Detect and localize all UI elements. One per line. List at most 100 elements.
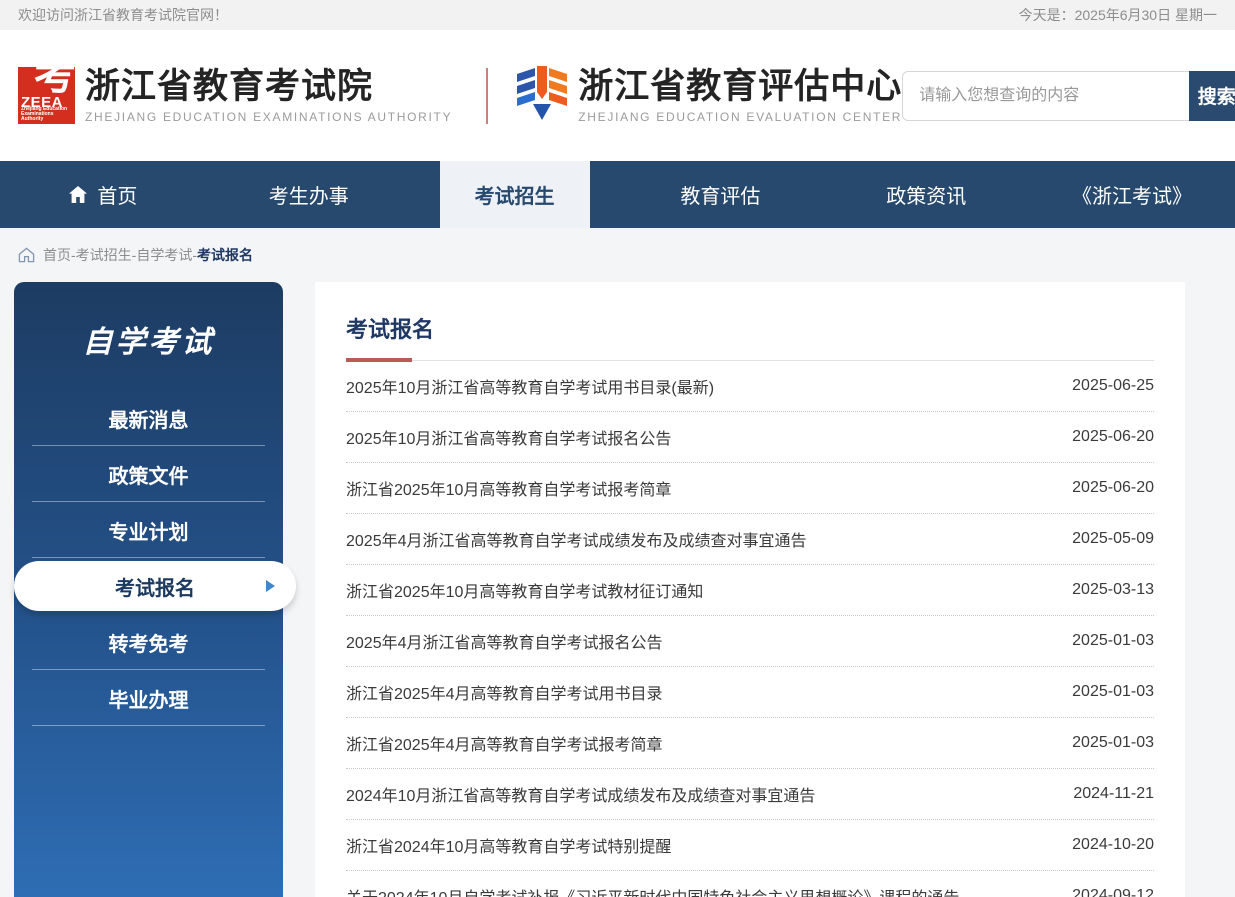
article-title-link[interactable]: 2025年10月浙江省高等教育自学考试报名公告 [346, 425, 671, 449]
article-date: 2024-09-12 [1072, 887, 1154, 897]
article-title-link[interactable]: 2024年10月浙江省高等教育自学考试成绩发布及成绩查对事宜通告 [346, 782, 815, 806]
search-button[interactable]: 搜索 [1189, 71, 1235, 121]
article-title-link[interactable]: 浙江省2025年10月高等教育自学考试报考简章 [346, 476, 671, 500]
zeea-small-text: Zhejiang Education Examinations Authorit… [21, 107, 71, 122]
breadcrumb-link-label[interactable]: 首页 [43, 247, 71, 263]
article-date: 2025-01-03 [1072, 632, 1154, 650]
nav-label: 教育评估 [680, 180, 760, 209]
article-date: 2025-05-09 [1072, 530, 1154, 548]
article-row: 浙江省2025年4月高等教育自学考试报考简章 2025-01-03 [346, 718, 1154, 769]
article-row: 2024年10月浙江省高等教育自学考试成绩发布及成绩查对事宜通告 2024-11… [346, 769, 1154, 820]
nav-label: 政策资讯 [886, 180, 966, 209]
breadcrumb: 首页- 考试招生- 自学考试- 考试报名 [0, 228, 1235, 282]
breadcrumb-current: 考试报名 [197, 245, 253, 265]
site-header: 考 ZEEA Zhejiang Education Examinations A… [0, 30, 1235, 161]
article-row: 浙江省2024年10月高等教育自学考试特别提醒 2024-10-20 [346, 820, 1154, 871]
article-date: 2025-06-20 [1072, 479, 1154, 497]
article-date: 2025-01-03 [1072, 683, 1154, 701]
nav-label: 《浙江考试》 [1072, 180, 1192, 209]
nav-item[interactable]: 政策资讯 [823, 161, 1029, 228]
main-nav: 首页 考生办事 考试招生 教育评估 政策资讯 [0, 161, 1235, 228]
breadcrumb-home-icon[interactable] [18, 247, 35, 263]
article-row: 浙江省2025年4月高等教育自学考试用书目录 2025-01-03 [346, 667, 1154, 718]
sidebar-item[interactable]: 转考免考 [14, 614, 283, 670]
exams-authority-logo[interactable]: 考 ZEEA Zhejiang Education Examinations A… [18, 67, 452, 124]
article-row: 浙江省2025年10月高等教育自学考试教材征订通知 2025-03-13 [346, 565, 1154, 616]
breadcrumb-link[interactable]: 自学考试- [136, 245, 197, 265]
nav-link[interactable]: 教育评估 [645, 161, 795, 228]
article-date: 2024-11-21 [1073, 785, 1154, 803]
current-date-text: 今天是：2025年6月30日 星期一 [1019, 5, 1217, 25]
sidebar-item-label: 转考免考 [109, 628, 189, 657]
page-title: 考试报名 [346, 312, 1154, 344]
article-row: 2025年10月浙江省高等教育自学考试报名公告 2025-06-20 [346, 412, 1154, 463]
exams-authority-logo-icon: 考 ZEEA Zhejiang Education Examinations A… [18, 67, 75, 124]
nav-item[interactable]: 考生办事 [206, 161, 412, 228]
sidebar-item[interactable]: 毕业办理 [14, 670, 283, 726]
evaluation-center-logo[interactable]: 浙江省教育评估中心 ZHEJIANG EDUCATION EVALUATION … [516, 63, 902, 128]
article-title-link[interactable]: 浙江省2025年4月高等教育自学考试用书目录 [346, 680, 663, 704]
article-date: 2025-01-03 [1072, 734, 1154, 752]
sidebar-item-label: 政策文件 [109, 460, 189, 489]
nav-link[interactable]: 政策资讯 [851, 161, 1001, 228]
article-title-link[interactable]: 浙江省2025年10月高等教育自学考试教材征订通知 [346, 578, 703, 602]
article-row: 2025年4月浙江省高等教育自学考试报名公告 2025-01-03 [346, 616, 1154, 667]
article-title-link[interactable]: 2025年4月浙江省高等教育自学考试成绩发布及成绩查对事宜通告 [346, 527, 807, 551]
nav-item[interactable]: 教育评估 [617, 161, 823, 228]
sidebar-item-label: 最新消息 [109, 404, 189, 433]
sidebar-title: 自学考试 [14, 317, 283, 361]
breadcrumb-link-label[interactable]: 自学考试 [136, 247, 192, 263]
search-box: 搜索 [902, 71, 1235, 121]
arrow-right-icon [266, 580, 275, 592]
home-icon [68, 185, 88, 204]
sidebar-item-label: 专业计划 [109, 516, 189, 545]
breadcrumb-link[interactable]: 考试招生- [76, 245, 137, 265]
evaluation-center-title-en: ZHEJIANG EDUCATION EVALUATION CENTER [578, 110, 902, 124]
article-list: 2025年10月浙江省高等教育自学考试用书目录(最新) 2025-06-25 2… [346, 361, 1154, 897]
article-title-link[interactable]: 2025年4月浙江省高等教育自学考试报名公告 [346, 629, 663, 653]
sidebar-item[interactable]: 政策文件 [14, 446, 283, 502]
evaluation-center-logo-icon [516, 63, 568, 128]
nav-item[interactable]: 《浙江考试》 [1029, 161, 1235, 228]
article-title-link[interactable]: 2025年10月浙江省高等教育自学考试用书目录(最新) [346, 374, 714, 398]
article-date: 2025-06-25 [1072, 377, 1154, 395]
nav-label: 考生办事 [269, 180, 349, 209]
article-date: 2025-03-13 [1072, 581, 1154, 599]
article-row: 2025年10月浙江省高等教育自学考试用书目录(最新) 2025-06-25 [346, 361, 1154, 412]
article-title-link[interactable]: 关于2024年10月自学考试补报《习近平新时代中国特色社会主义思想概论》课程的通… [346, 884, 959, 897]
article-row: 关于2024年10月自学考试补报《习近平新时代中国特色社会主义思想概论》课程的通… [346, 871, 1154, 897]
site-title-cn: 浙江省教育考试院 [85, 67, 452, 106]
article-title-link[interactable]: 浙江省2024年10月高等教育自学考试特别提醒 [346, 833, 671, 857]
article-row: 2025年4月浙江省高等教育自学考试成绩发布及成绩查对事宜通告 2025-05-… [346, 514, 1154, 565]
sidebar-item-label: 毕业办理 [109, 684, 189, 713]
sidebar-item[interactable]: 考试报名 [14, 561, 296, 611]
header-divider [486, 68, 488, 124]
nav-link[interactable]: 考生办事 [234, 161, 384, 228]
article-title-link[interactable]: 浙江省2025年4月高等教育自学考试报考简章 [346, 731, 663, 755]
nav-link[interactable]: 《浙江考试》 [1037, 161, 1227, 228]
title-underline [346, 358, 1154, 361]
sidebar-item[interactable]: 专业计划 [14, 502, 283, 558]
top-bar: 欢迎访问浙江省教育考试院官网！ 今天是：2025年6月30日 星期一 [0, 0, 1235, 30]
article-date: 2025-06-20 [1072, 428, 1154, 446]
site-title-en: ZHEJIANG EDUCATION EXAMINATIONS AUTHORIT… [85, 110, 452, 124]
evaluation-center-title-cn: 浙江省教育评估中心 [578, 67, 902, 106]
search-input[interactable] [902, 71, 1189, 121]
welcome-text: 欢迎访问浙江省教育考试院官网！ [18, 5, 228, 25]
title-underline-accent [346, 358, 412, 362]
nav-label: 考试招生 [475, 180, 555, 209]
main-panel: 考试报名 2025年10月浙江省高等教育自学考试用书目录(最新) 2025-06… [315, 282, 1185, 897]
nav-link[interactable]: 考试招生 [440, 161, 590, 228]
sidebar-item[interactable]: 最新消息 [14, 390, 283, 446]
breadcrumb-link[interactable]: 首页- [43, 245, 76, 265]
nav-item[interactable]: 考试招生 [412, 161, 618, 228]
kao-character: 考 [34, 55, 76, 97]
sidebar-menu: 最新消息 政策文件 专业计划 考试报名 [14, 390, 283, 726]
article-row: 浙江省2025年10月高等教育自学考试报考简章 2025-06-20 [346, 463, 1154, 514]
nav-link[interactable]: 首页 [33, 161, 172, 228]
nav-label: 首页 [97, 180, 137, 209]
sidebar: 自学考试 最新消息 政策文件 专业计划 考试报名 [14, 282, 283, 897]
sidebar-item-label: 考试报名 [115, 572, 195, 601]
breadcrumb-link-label[interactable]: 考试招生 [76, 247, 132, 263]
nav-item[interactable]: 首页 [0, 161, 206, 228]
